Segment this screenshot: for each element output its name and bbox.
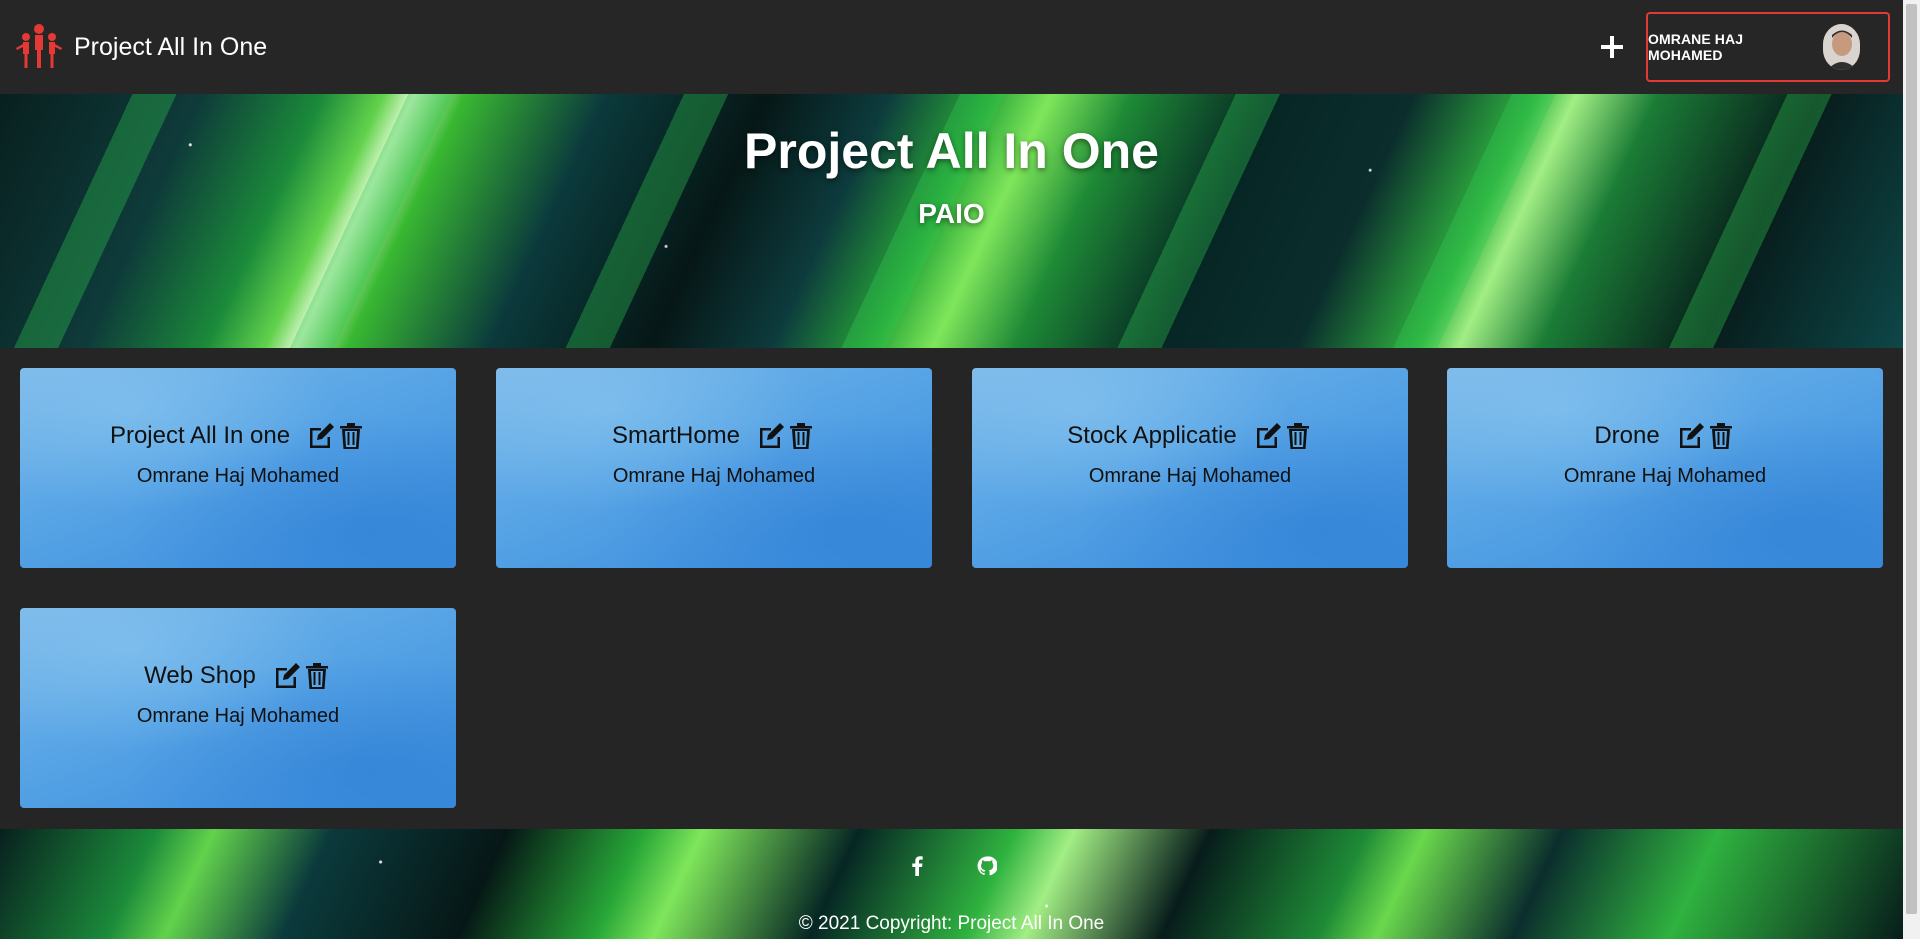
project-owner: Omrane Haj Mohamed [136,465,340,487]
add-project-button[interactable] [1590,25,1634,69]
facebook-link[interactable] [905,854,929,878]
project-title: SmartHome [611,422,741,449]
card-header: SmartHome [496,421,932,451]
trash-icon [790,423,813,449]
project-card[interactable]: SmartHome Omrane Haj Mohamed [496,368,932,568]
copyright-text: © 2021 Copyright: Project All In One [798,913,1105,934]
trash-icon [1709,423,1732,449]
facebook-icon [911,856,923,876]
edit-icon [1679,423,1704,448]
project-card[interactable]: Stock Applicatie Omrane Haj Mohamed [972,368,1408,568]
edit-button[interactable] [756,421,786,451]
project-owner: Omrane Haj Mohamed [1563,465,1767,487]
project-owner: Omrane Haj Mohamed [136,705,340,727]
project-title: Stock Applicatie [1067,422,1237,449]
avatar [1823,24,1860,70]
project-owner: Omrane Haj Mohamed [1088,465,1292,487]
edit-icon [1256,423,1281,448]
delete-button[interactable] [1706,421,1736,451]
edit-button[interactable] [1253,421,1283,451]
people-group-icon [16,24,62,68]
project-card[interactable]: Drone Omrane Haj Mohamed [1447,368,1883,568]
brand-name: Project All In One [74,32,268,61]
edit-icon [760,423,785,448]
delete-button[interactable] [302,661,332,691]
footer: © 2021 Copyright: Project All In One [0,829,1903,939]
hero-subtitle: PAIO [918,198,985,229]
project-title: Project All In one [109,422,291,449]
scrollbar-thumb[interactable] [1906,4,1917,914]
hero-title: Project All In One [744,123,1159,179]
user-name: OMRANE HAJ MOHAMED [1648,31,1744,63]
nav-actions: OMRANE HAJ MOHAMED [1590,12,1903,82]
edit-button[interactable] [306,421,336,451]
hero-banner: Project All In One PAIO [0,94,1903,348]
user-menu-button[interactable]: OMRANE HAJ MOHAMED [1646,12,1890,82]
social-links [0,854,1903,878]
trash-icon [305,663,328,689]
trash-icon [340,423,363,449]
vertical-scrollbar[interactable] [1903,0,1920,939]
plus-icon [1601,36,1623,58]
navbar: Project All In One OMRANE HAJ MOHAMED [0,0,1903,94]
edit-icon [310,423,335,448]
delete-button[interactable] [1283,421,1313,451]
card-header: Project All In one [20,421,456,451]
card-header: Drone [1447,421,1883,451]
github-link[interactable] [975,854,999,878]
project-owner: Omrane Haj Mohamed [612,465,816,487]
delete-button[interactable] [336,421,366,451]
edit-button[interactable] [272,661,302,691]
project-title: Drone [1594,422,1660,449]
edit-icon [275,663,300,688]
github-icon [977,856,997,876]
project-title: Web Shop [144,662,256,689]
edit-button[interactable] [1676,421,1706,451]
project-card[interactable]: Project All In one Omrane Haj Mohamed [20,368,456,568]
trash-icon [1286,423,1309,449]
card-header: Stock Applicatie [972,421,1408,451]
delete-button[interactable] [786,421,816,451]
card-header: Web Shop [20,661,456,691]
brand-link[interactable]: Project All In One [14,22,267,72]
project-card[interactable]: Web Shop Omrane Haj Mohamed [20,608,456,808]
